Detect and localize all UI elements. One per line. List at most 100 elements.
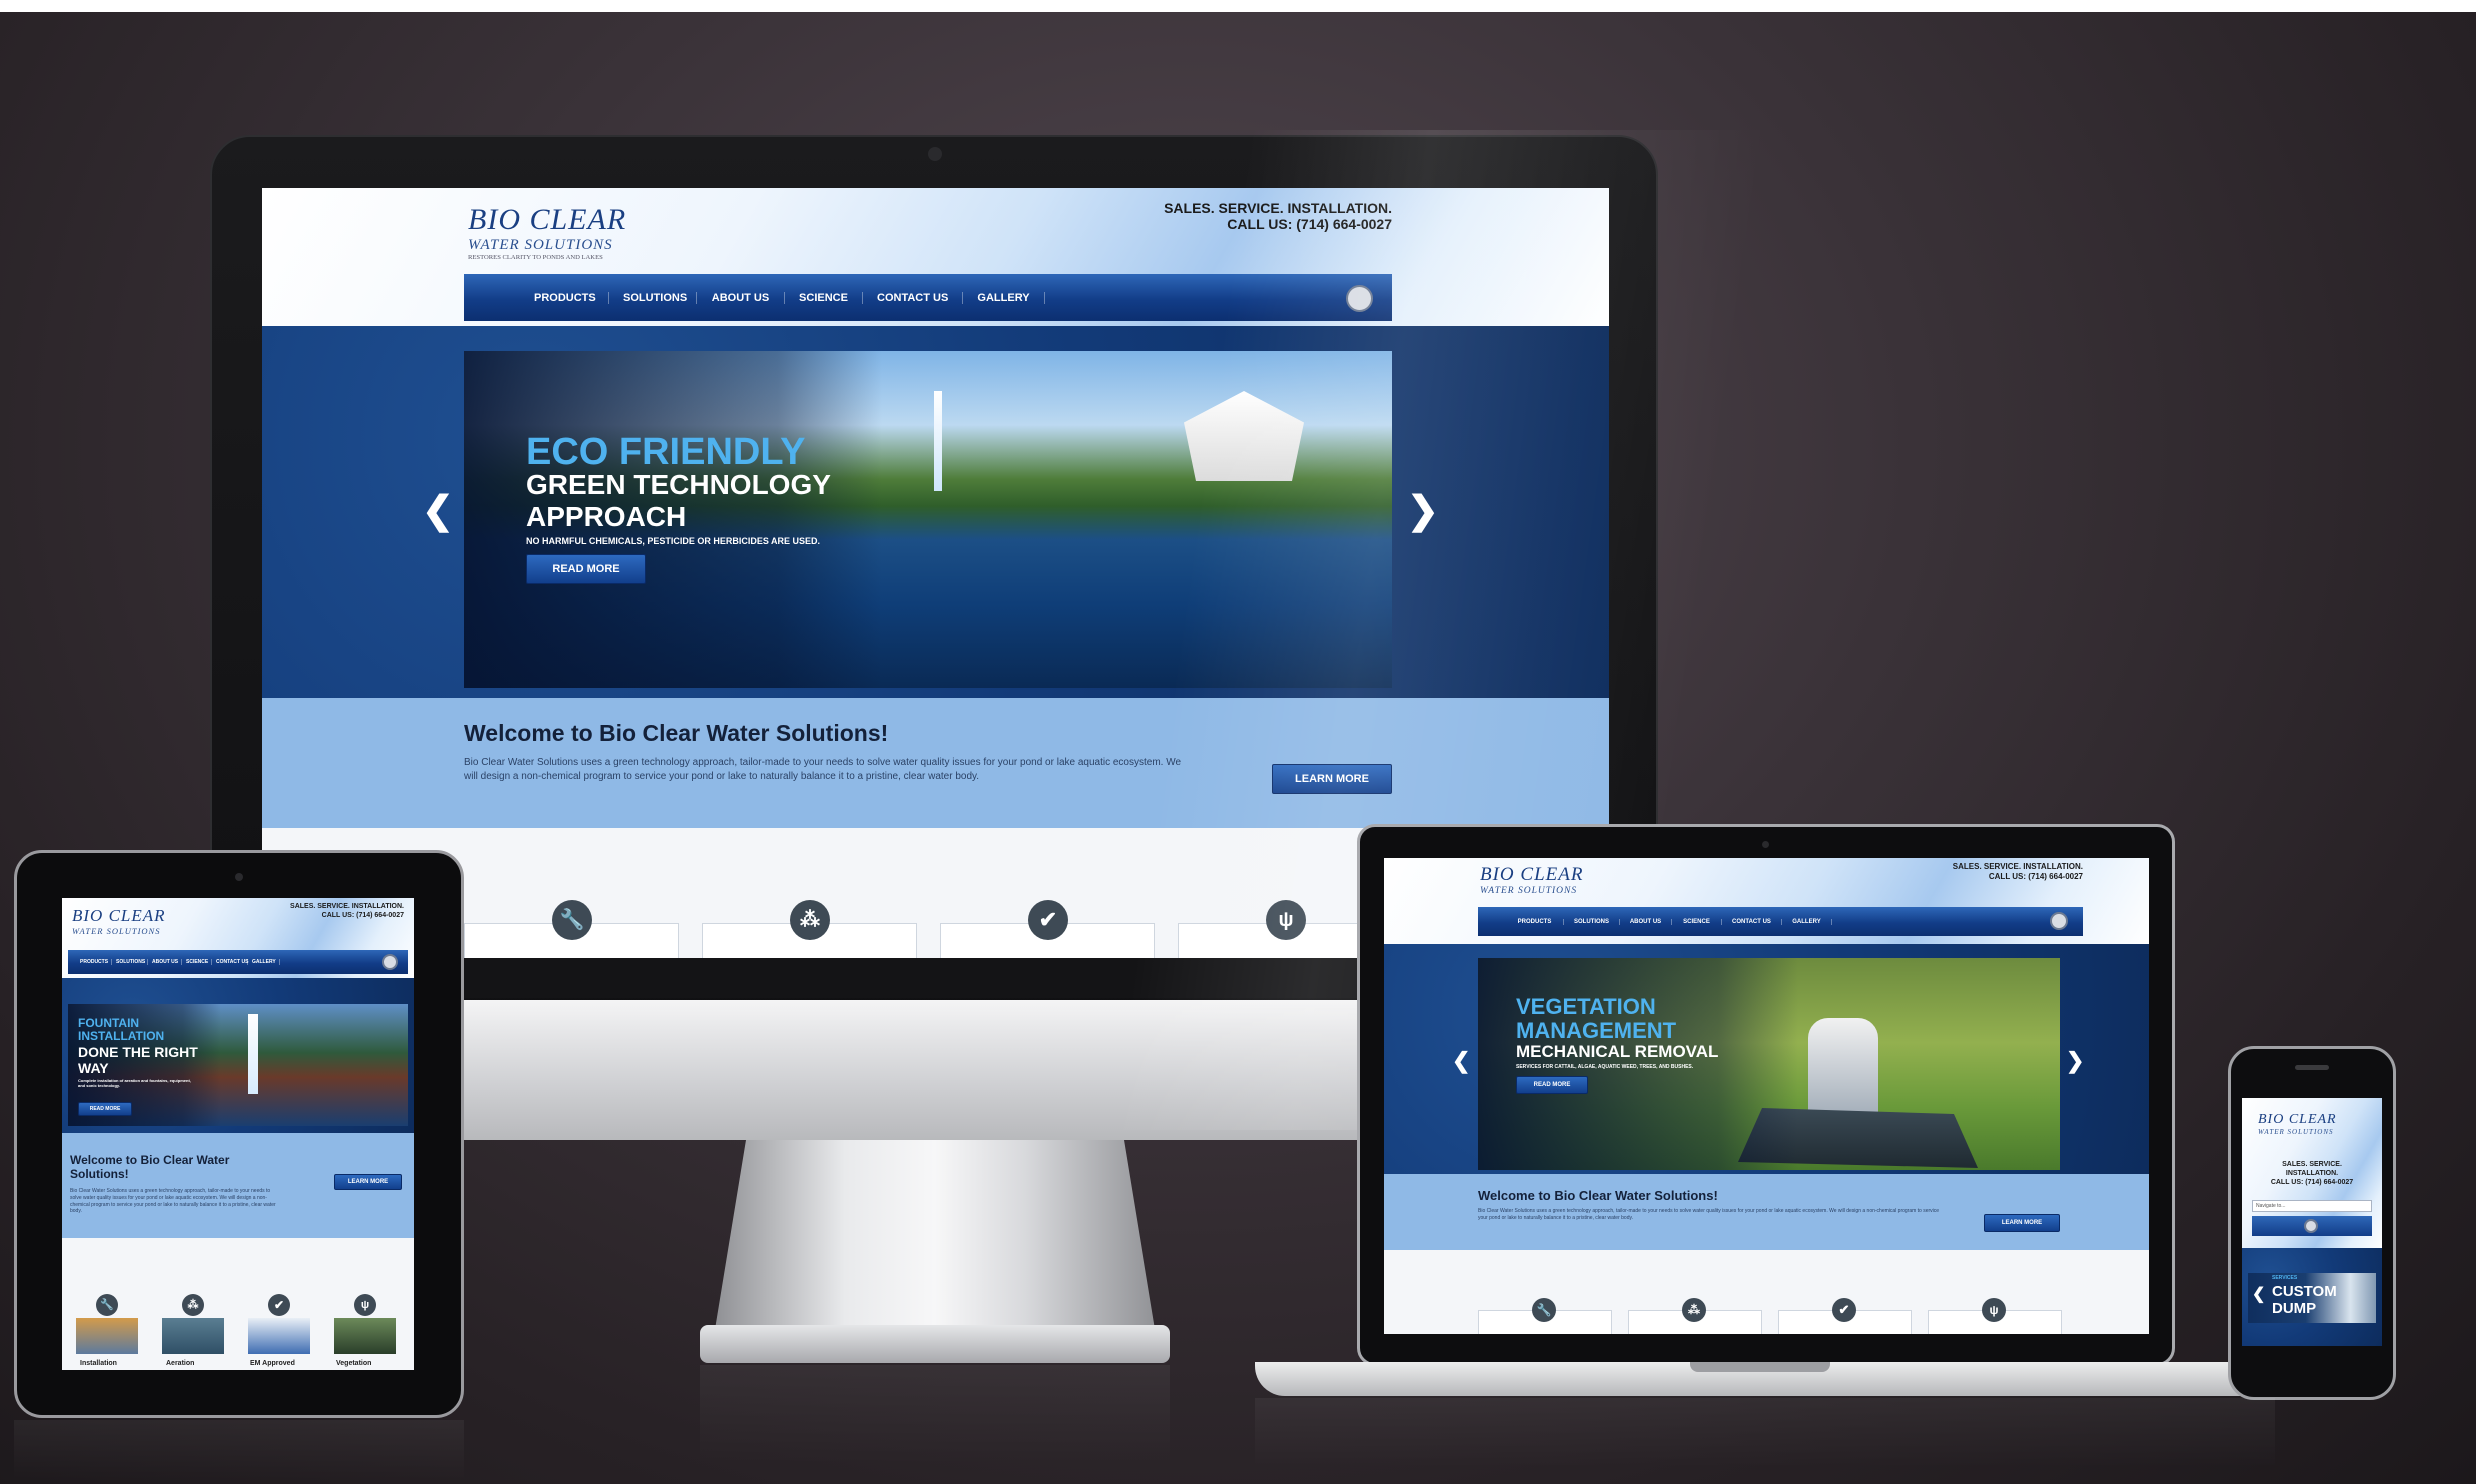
tablet-mail-icon[interactable] — [382, 954, 398, 970]
checkmark-icon: ✔ — [268, 1294, 290, 1316]
nav-about-us[interactable]: ABOUT US — [697, 291, 785, 304]
laptop-next-arrow[interactable]: ❯ — [2066, 1048, 2084, 1074]
laptop-logo[interactable]: BIO CLEAR WATER SOLUTIONS — [1480, 864, 1583, 896]
tablet-slide-accent1: FOUNTAIN — [78, 1016, 140, 1030]
nav-science[interactable]: SCIENCE — [785, 291, 863, 304]
logo-tagline: RESTORES CLARITY TO PONDS AND LAKES — [468, 254, 603, 261]
imac-camera — [928, 147, 942, 161]
contact-phone: CALL US: (714) 664-0027 — [1227, 216, 1392, 232]
phone-website-screen: BIO CLEAR WATER SOLUTIONS SALES. SERVICE… — [2242, 1098, 2382, 1346]
imac-base — [700, 1325, 1170, 1363]
tablet-slide-line4: WAY — [78, 1060, 109, 1076]
laptop-nav-solutions[interactable]: SOLUTIONS — [1564, 918, 1620, 925]
card-image-aeration[interactable] — [162, 1318, 224, 1354]
tablet-nav-contact[interactable]: CONTACT US — [212, 959, 248, 965]
tablet-nav-solutions[interactable]: SOLUTIONS — [112, 959, 148, 965]
tablet-welcome-body: Bio Clear Water Solutions uses a green t… — [70, 1188, 276, 1215]
phone-contact: SALES. SERVICE. INSTALLATION. CALL US: (… — [2242, 1160, 2382, 1187]
nav-contact-us[interactable]: CONTACT US — [863, 291, 963, 304]
tablet-website-screen: BIO CLEAR WATER SOLUTIONS SALES. SERVICE… — [62, 898, 414, 1370]
main-nav: PRODUCTS SOLUTIONS ABOUT US SCIENCE CONT… — [464, 274, 1392, 321]
laptop-nav-gallery[interactable]: GALLERY — [1782, 918, 1832, 925]
bubbles-icon: ⁂ — [790, 900, 830, 940]
tablet-nav-science[interactable]: SCIENCE — [182, 959, 212, 965]
slide-title-line2: GREEN TECHNOLOGY — [526, 469, 831, 500]
slide-caption: NO HARMFUL CHEMICALS, PESTICIDE OR HERBI… — [526, 536, 821, 546]
laptop-read-more-button[interactable]: READ MORE — [1516, 1076, 1588, 1094]
phone-nav-bar — [2252, 1216, 2372, 1236]
tablet-reflection — [14, 1420, 464, 1480]
laptop-website-screen: BIO CLEAR WATER SOLUTIONS SALES. SERVICE… — [1384, 858, 2149, 1334]
tablet-logo-sub: WATER SOLUTIONS — [72, 926, 161, 936]
tablet-contact-phone: CALL US: (714) 664-0027 — [321, 912, 404, 919]
tablet-nav: PRODUCTS SOLUTIONS ABOUT US SCIENCE CONT… — [68, 950, 408, 974]
tablet-slide: FOUNTAIN INSTALLATION DONE THE RIGHT WAY… — [68, 1004, 408, 1126]
phone-contact-line1: SALES. SERVICE. — [2282, 1161, 2342, 1168]
hero-slide: ECO FRIENDLY GREEN TECHNOLOGY APPROACH N… — [464, 351, 1392, 688]
laptop-notch — [1690, 1362, 1830, 1372]
tablet-nav-about[interactable]: ABOUT US — [148, 959, 182, 965]
card-image-installation[interactable] — [76, 1318, 138, 1354]
laptop-slide-caption: SERVICES FOR CATTAIL, ALGAE, AQUATIC WEE… — [1516, 1064, 1694, 1070]
tablet-fountain — [248, 1014, 258, 1094]
laptop-learn-more-button[interactable]: LEARN MORE — [1984, 1214, 2060, 1232]
phone-contact-line3: CALL US: (714) 664-0027 — [2270, 1179, 2354, 1186]
welcome-title: Welcome to Bio Clear Water Solutions! — [464, 720, 889, 746]
nav-products[interactable]: PRODUCTS — [514, 291, 609, 304]
laptop-nav-contact[interactable]: CONTACT US — [1722, 918, 1782, 925]
laptop-contact: SALES. SERVICE. INSTALLATION. CALL US: (… — [1953, 862, 2083, 882]
phone-logo[interactable]: BIO CLEAR WATER SOLUTIONS — [2258, 1112, 2337, 1136]
learn-more-button[interactable]: LEARN MORE — [1272, 764, 1392, 794]
laptop-nav-science[interactable]: SCIENCE — [1672, 918, 1722, 925]
phone-prev-arrow[interactable]: ❮ — [2252, 1284, 2265, 1304]
phone-mail-icon[interactable] — [2304, 1219, 2318, 1233]
laptop-nav-about[interactable]: ABOUT US — [1620, 918, 1672, 925]
tablet-logo-main: BIO CLEAR — [72, 906, 166, 925]
laptop-slide: VEGETATION MANAGEMENT MECHANICAL REMOVAL… — [1478, 958, 2060, 1170]
phone-slide-accent: SERVICES — [2272, 1275, 2298, 1281]
tablet-nav-products[interactable]: PRODUCTS — [76, 959, 112, 965]
card-label-aeration: Aeration — [166, 1360, 195, 1367]
card-image-vegetation[interactable] — [334, 1318, 396, 1354]
slider-prev-arrow[interactable]: ❮ — [422, 488, 454, 533]
laptop-welcome-body: Bio Clear Water Solutions uses a green t… — [1478, 1208, 1940, 1221]
tablet-camera — [235, 873, 243, 881]
laptop-mail-icon[interactable] — [2050, 912, 2068, 930]
card-image-em[interactable] — [248, 1318, 310, 1354]
tablet-learn-more-button[interactable]: LEARN MORE — [334, 1174, 402, 1190]
nav-solutions[interactable]: SOLUTIONS — [609, 291, 697, 304]
phone-slide-title1: CUSTOM — [2272, 1283, 2337, 1300]
wrench-icon: 🔧 — [552, 900, 592, 940]
card-label-vegetation: Vegetation — [336, 1360, 372, 1367]
logo-main-text: BIO CLEAR — [468, 203, 627, 236]
tablet-contact: SALES. SERVICE. INSTALLATION. CALL US: (… — [290, 902, 404, 920]
logo-sub-text: WATER SOLUTIONS — [468, 237, 613, 253]
tablet-read-more-button[interactable]: READ MORE — [78, 1102, 132, 1116]
tablet-slide-accent2: INSTALLATION — [78, 1029, 165, 1043]
checkmark-icon: ✔ — [1832, 1298, 1856, 1322]
laptop-reflection — [1255, 1398, 2275, 1468]
laptop-contact-phone: CALL US: (714) 664-0027 — [1988, 872, 2083, 881]
phone-logo-main: BIO CLEAR — [2258, 1112, 2337, 1127]
site-logo[interactable]: BIO CLEAR WATER SOLUTIONS RESTORES CLARI… — [468, 203, 626, 261]
phone-navigate-select[interactable]: Navigate to... — [2252, 1200, 2372, 1212]
phone-speaker — [2295, 1065, 2329, 1070]
plant-icon: ψ — [354, 1294, 376, 1316]
laptop-welcome-title: Welcome to Bio Clear Water Solutions! — [1478, 1188, 1718, 1203]
tablet-logo[interactable]: BIO CLEAR WATER SOLUTIONS — [72, 906, 166, 936]
laptop-slide-accent2: MANAGEMENT — [1516, 1018, 1677, 1043]
slider-next-arrow[interactable]: ❯ — [1407, 488, 1439, 533]
phone-logo-sub: WATER SOLUTIONS — [2258, 1128, 2334, 1136]
laptop-nav-products[interactable]: PRODUCTS — [1506, 918, 1564, 925]
nav-gallery[interactable]: GALLERY — [963, 291, 1045, 304]
tablet-nav-gallery[interactable]: GALLERY — [248, 959, 280, 965]
phone-contact-line2: INSTALLATION. — [2285, 1170, 2339, 1177]
bubbles-icon: ⁂ — [182, 1294, 204, 1316]
tablet-slide-caption: Complete installation of aeration and fo… — [78, 1078, 191, 1088]
laptop-logo-sub: WATER SOLUTIONS — [1480, 886, 1578, 896]
laptop-prev-arrow[interactable]: ❮ — [1452, 1048, 1470, 1074]
mail-icon[interactable] — [1346, 285, 1373, 312]
slide-read-more-button[interactable]: READ MORE — [526, 554, 646, 584]
top-border-strip — [0, 0, 2476, 12]
laptop-slide-accent1: VEGETATION — [1516, 994, 1656, 1019]
